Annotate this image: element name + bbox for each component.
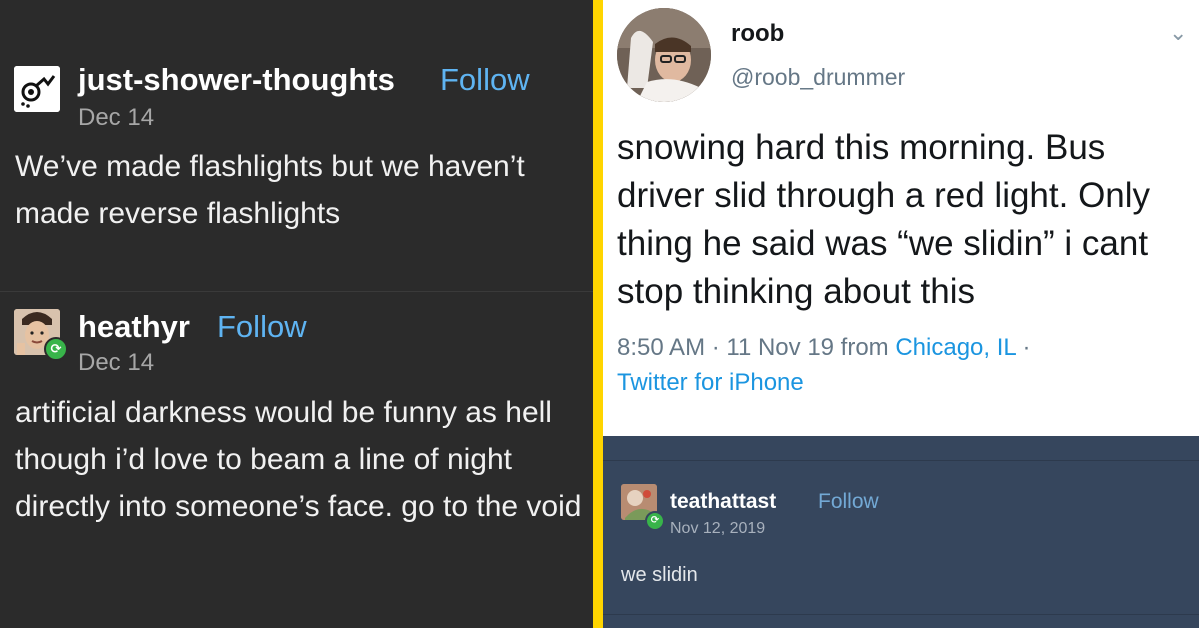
tweet-avatar[interactable] [617,8,711,102]
post-date: Dec 14 [78,349,155,376]
divider [603,460,1199,461]
reply-date: Nov 12, 2019 [670,520,766,537]
left-tumblr-panel: just-shower-thoughts Follow Dec 14 We’ve… [0,0,593,628]
meta-separator: · [1015,334,1031,361]
follow-button[interactable]: Follow [217,309,307,345]
reply-body: we slidin [621,564,698,586]
tumblr-post-2: ⟳ heathyr Follow Dec 14 artificial darkn… [0,291,593,628]
shower-head-icon [14,66,60,112]
reblog-badge-icon: ⟳ [645,511,665,531]
tweet-display-name[interactable]: roob [731,20,784,48]
tweet-client-link[interactable]: Twitter for iPhone [617,369,804,396]
tweet-text: snowing hard this morning. Bus driver sl… [617,128,1151,311]
post-username[interactable]: heathyr [78,309,190,345]
post-username[interactable]: just-shower-thoughts [78,62,395,98]
tweet-meta: 8:50 AM · 11 Nov 19 from Chicago, IL · T… [617,330,1177,400]
tweet-panel: roob @roob_drummer ⌄ snowing hard this m… [603,0,1199,436]
tweet-handle[interactable]: @roob_drummer [731,64,905,91]
tweet-time: 8:50 AM · 11 Nov 19 from [617,334,896,361]
post-body: We’ve made flashlights but we haven’t ma… [15,150,525,230]
follow-button[interactable]: Follow [818,490,879,514]
reply-username[interactable]: teathattast [670,490,776,514]
chevron-down-icon[interactable]: ⌄ [1169,20,1187,46]
post-body: artificial darkness would be funny as he… [15,396,582,523]
profile-photo-icon [617,8,711,102]
tumblr-post-1: just-shower-thoughts Follow Dec 14 We’ve… [0,0,593,290]
reply-panel: ⟳ teathattast Follow Nov 12, 2019 we sli… [603,436,1199,628]
avatar-shower-thoughts[interactable] [14,66,60,112]
reblog-badge-icon: ⟳ [44,337,68,361]
tweet-location-link[interactable]: Chicago, IL [895,334,1016,361]
follow-button[interactable]: Follow [440,62,530,98]
divider [603,614,1199,615]
post-date: Dec 14 [78,104,155,131]
